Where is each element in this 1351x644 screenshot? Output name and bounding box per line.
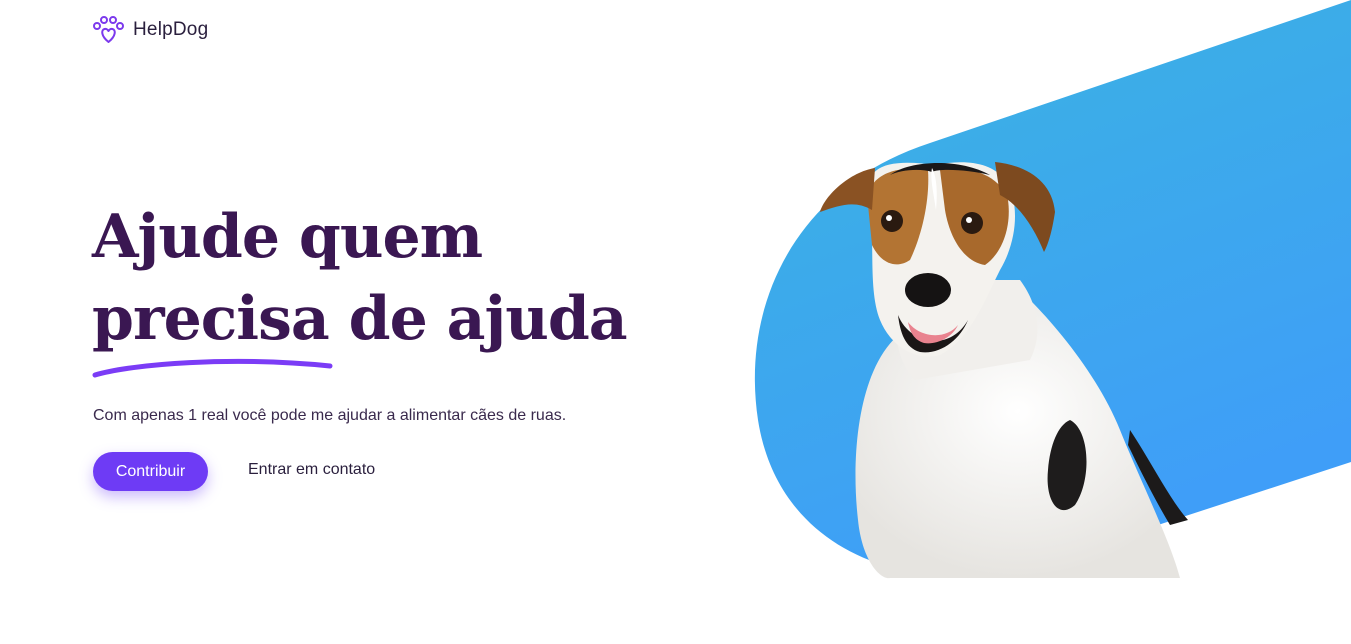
- contribute-button[interactable]: Contribuir: [93, 452, 208, 491]
- contact-link[interactable]: Entrar em contato: [248, 461, 375, 479]
- hero-title-line-1: Ajude quem: [92, 202, 483, 272]
- title-underline-decoration: [92, 358, 333, 378]
- logo-link[interactable]: HelpDog: [93, 16, 208, 44]
- landing-page: HelpDog Ajude quem precisa de ajuda Com …: [0, 0, 1351, 644]
- hero-subtitle: Com apenas 1 real você pode me ajudar a …: [93, 407, 567, 424]
- hero-illustration: [754, 0, 1351, 579]
- paw-heart-icon: [93, 16, 124, 43]
- hero-title-line-2: precisa de ajuda: [92, 284, 628, 354]
- brand-name: HelpDog: [133, 19, 209, 40]
- hero-title: Ajude quem precisa de ajuda: [92, 196, 628, 360]
